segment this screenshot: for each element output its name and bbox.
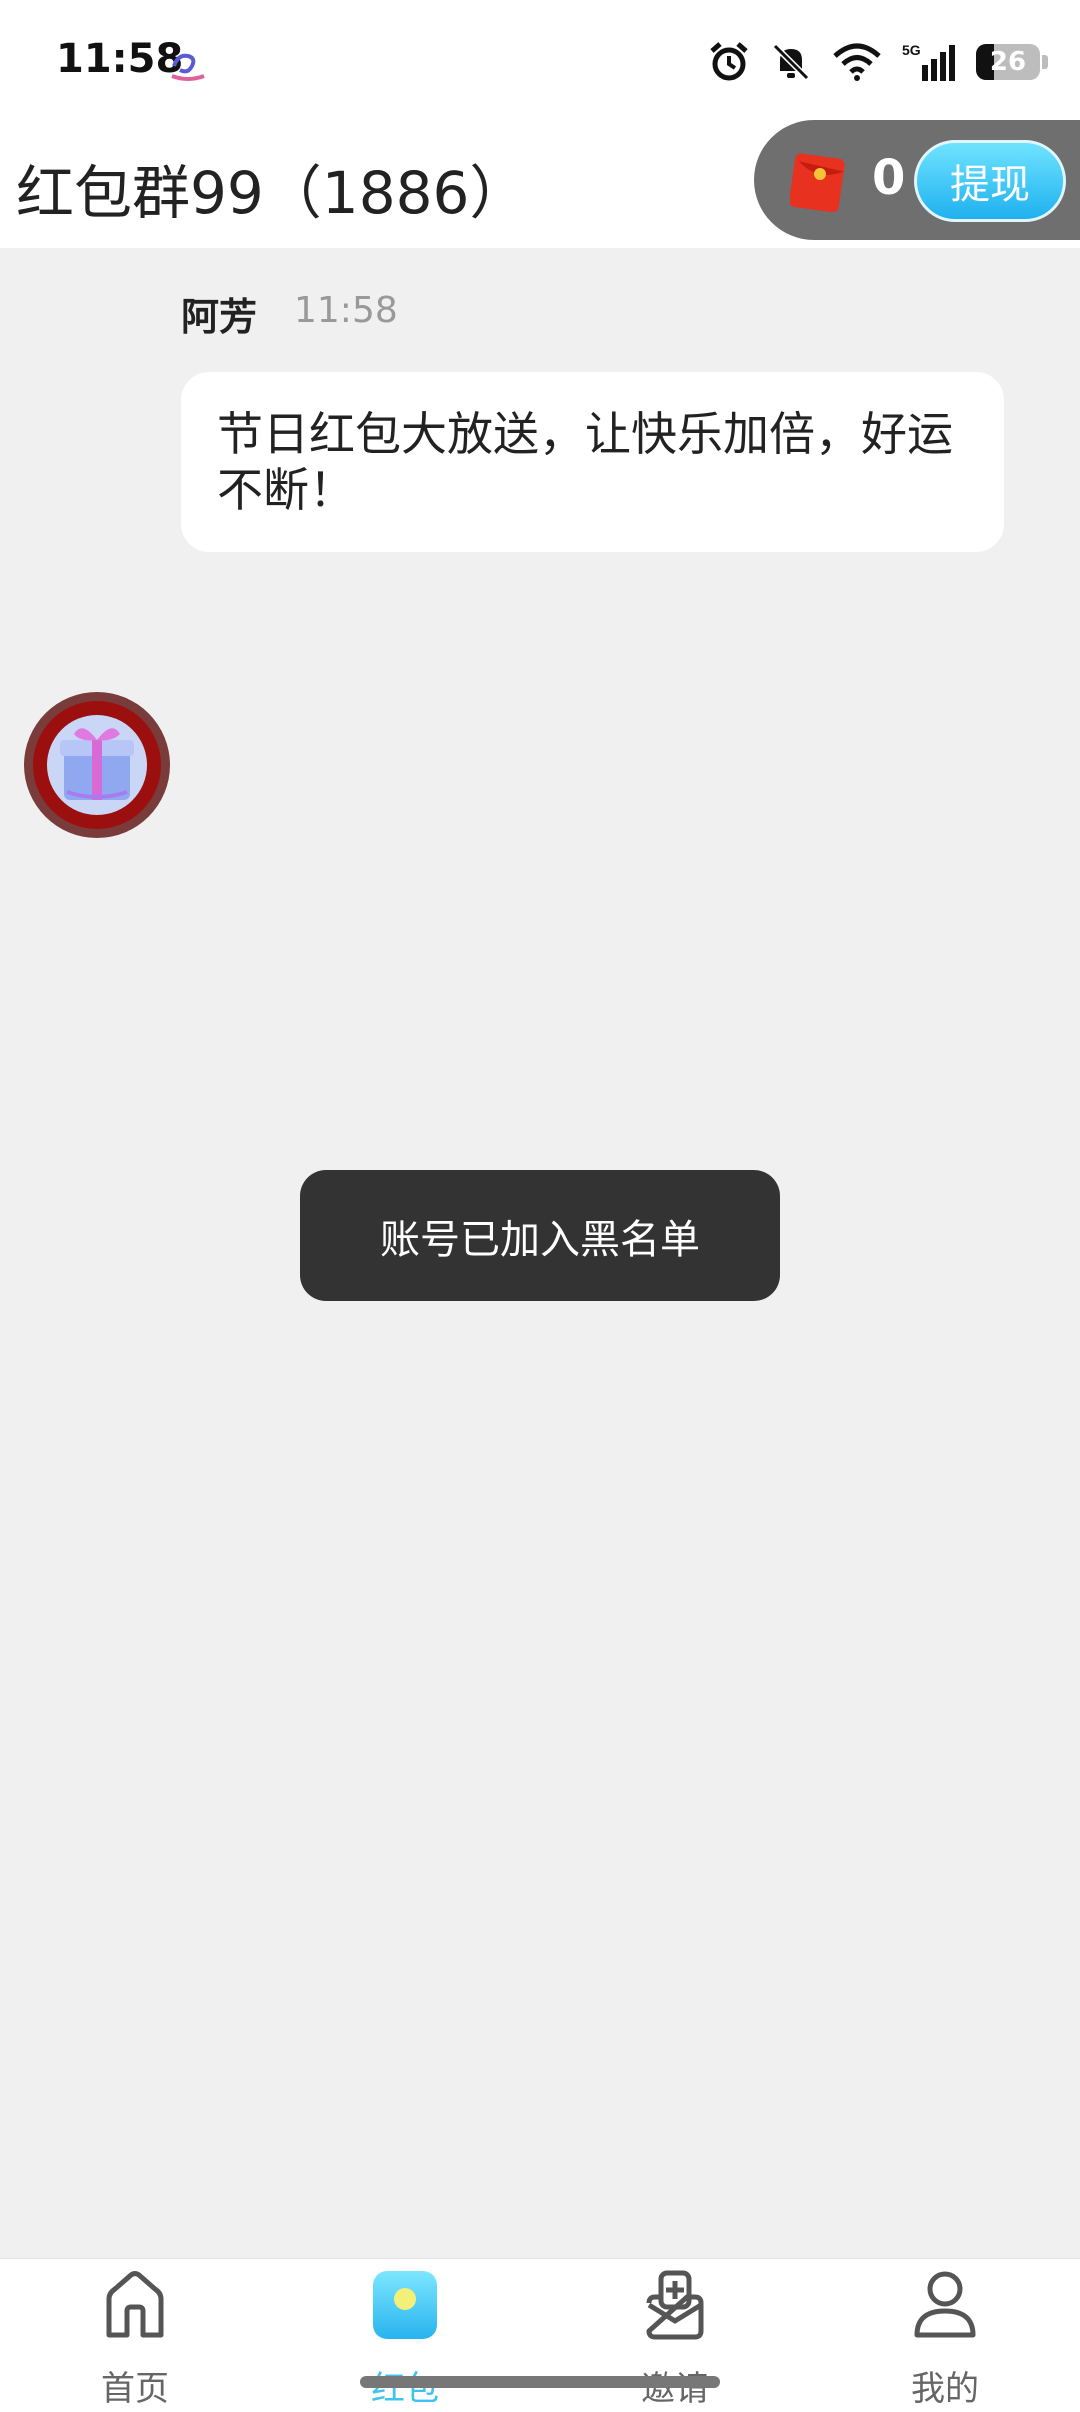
alarm-icon [710, 42, 748, 81]
wallet-pill[interactable]: 0 提现 [754, 120, 1080, 240]
status-time: 11:58 [56, 36, 184, 82]
red-packet-icon [373, 2271, 437, 2339]
home-indicator[interactable] [360, 2376, 720, 2388]
group-title: 红包群99（1886） [16, 159, 528, 227]
svg-text:5G: 5G [902, 42, 921, 58]
nav-item-invite[interactable]: 邀请 [540, 2269, 810, 2409]
wifi-icon [833, 43, 881, 81]
battery-level: 26 [989, 47, 1027, 77]
nav-item-red-packet[interactable]: 红包 [270, 2269, 540, 2409]
toast-message: 账号已加入黑名单 [300, 1170, 780, 1301]
profile-icon [914, 2271, 976, 2338]
invite-icon [646, 2270, 704, 2340]
nav-item-profile[interactable]: 我的 [810, 2269, 1080, 2409]
nav-item-home[interactable]: 首页 [0, 2269, 270, 2409]
gift-box-icon[interactable] [22, 690, 172, 840]
sender-name: 阿芳 [181, 295, 258, 339]
status-bar: 11:58 5G 26 [0, 0, 1080, 120]
nav-label-home: 首页 [101, 2369, 169, 2409]
message-bubble[interactable]: 节日红包大放送，让快乐加倍，好运不断！ [181, 372, 1004, 552]
bottom-nav: 首页 红包 邀请 我的 [0, 2258, 1080, 2412]
home-icon [106, 2271, 164, 2338]
signal-icon: 5G [902, 42, 955, 81]
nav-label-profile: 我的 [911, 2369, 979, 2409]
mute-bell-icon [772, 43, 810, 81]
app-notification-icon [171, 53, 205, 81]
status-icons: 5G 26 [708, 34, 1048, 90]
red-envelope-icon [790, 153, 845, 212]
battery-icon: 26 [976, 44, 1048, 80]
withdraw-button[interactable]: 提现 [914, 140, 1066, 222]
chat-header: 红包群99（1886） 0 提现 [0, 120, 1080, 248]
wallet-balance: 0 [872, 150, 906, 206]
message-time: 11:58 [294, 290, 398, 331]
